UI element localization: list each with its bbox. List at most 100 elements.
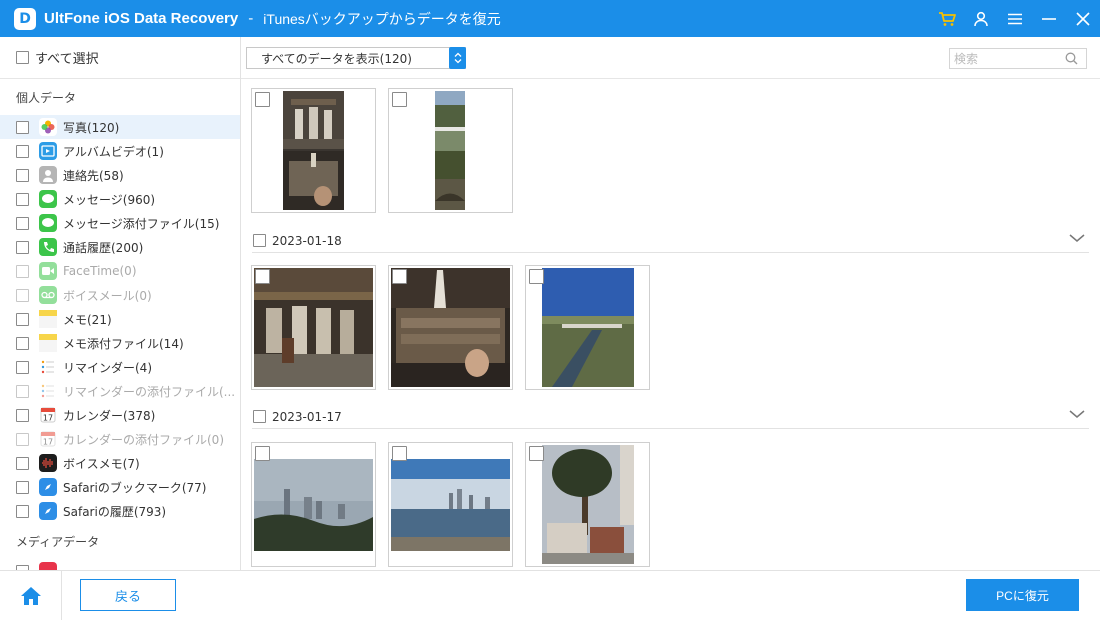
notes-icon <box>39 310 57 328</box>
menu-icon[interactable] <box>998 0 1032 37</box>
sidebar-item-reminders-attachment[interactable]: リマインダーの添付ファイル(... <box>0 379 240 403</box>
sidebar-item-album-video[interactable]: アルバムビデオ(1) <box>0 139 240 163</box>
category-checkbox[interactable] <box>16 120 29 134</box>
photo-thumbnail[interactable] <box>388 265 513 390</box>
category-checkbox[interactable] <box>16 504 29 518</box>
temple-courtyard-statues-photo <box>254 268 373 387</box>
sidebar-item-photos[interactable]: 写真(120) <box>0 115 240 139</box>
select-all-row[interactable]: すべて選択 <box>0 37 240 79</box>
date-group-checkbox[interactable] <box>253 410 266 423</box>
date-group-label: 2023-01-17 <box>272 409 342 424</box>
window-subtitle: iTunesバックアップからデータを復元 <box>263 10 501 27</box>
notes-attachment-icon <box>39 334 57 352</box>
photos-icon <box>39 118 57 136</box>
category-checkbox[interactable] <box>16 336 29 350</box>
photo-thumbnail[interactable] <box>251 442 376 567</box>
category-checkbox[interactable] <box>16 360 29 374</box>
filter-dropdown[interactable]: すべてのデータを表示(120) <box>246 47 466 69</box>
photo-thumbnail[interactable] <box>525 265 650 390</box>
safari-history-icon <box>39 502 57 520</box>
sidebar-item-safari-history[interactable]: Safariの履歴(793) <box>0 499 240 523</box>
sidebar-item-calendar-attachment[interactable]: 17 カレンダーの添付ファイル(0) <box>0 427 240 451</box>
sidebar-item-media-partial[interactable] <box>0 559 240 570</box>
sidebar-item-safari-bookmark[interactable]: Safariのブックマーク(77) <box>0 475 240 499</box>
cart-icon[interactable] <box>930 0 964 37</box>
window-controls <box>930 0 1100 37</box>
sidebar-item-notes[interactable]: メモ(21) <box>0 307 240 331</box>
footer-bar: 戻る PCに復元 <box>0 570 1100 620</box>
chevron-down-icon[interactable] <box>1069 232 1085 246</box>
photo-checkbox[interactable] <box>255 269 270 284</box>
sidebar-item-label: アルバムビデオ(1) <box>63 144 164 159</box>
photo-checkbox[interactable] <box>392 269 407 284</box>
app-name: UltFone iOS Data Recovery <box>44 10 239 27</box>
media-category-icon <box>39 562 57 570</box>
category-checkbox[interactable] <box>16 432 29 446</box>
home-button[interactable] <box>0 571 62 620</box>
category-sidebar: すべて選択 個人データ 写真(120) アルバムビデオ(1) 連絡先(58) メッセー… <box>0 37 241 570</box>
recover-to-pc-button[interactable]: PCに復元 <box>966 579 1079 611</box>
photo-thumbnail[interactable] <box>251 88 376 213</box>
category-checkbox[interactable] <box>16 144 29 158</box>
app-logo-letter: D <box>19 10 31 27</box>
user-icon[interactable] <box>964 0 998 37</box>
photo-checkbox[interactable] <box>392 92 407 107</box>
category-checkbox[interactable] <box>16 240 29 254</box>
select-all-checkbox[interactable] <box>16 51 29 64</box>
sidebar-item-message-attachment[interactable]: メッセージ添付ファイル(15) <box>0 211 240 235</box>
sidebar-item-phone[interactable]: 通話履歴(200) <box>0 235 240 259</box>
search-icon[interactable] <box>1065 52 1078 68</box>
chevron-down-icon[interactable] <box>1069 408 1085 422</box>
date-group-checkbox[interactable] <box>253 234 266 247</box>
photo-thumbnail[interactable] <box>525 442 650 567</box>
svg-text:17: 17 <box>43 414 53 423</box>
message-attachment-icon <box>39 214 57 232</box>
close-icon[interactable] <box>1066 0 1100 37</box>
category-checkbox[interactable] <box>16 192 29 206</box>
sidebar-item-label: ボイスメール(0) <box>63 288 152 303</box>
photo-checkbox[interactable] <box>392 446 407 461</box>
photo-checkbox[interactable] <box>255 92 270 107</box>
category-checkbox[interactable] <box>16 312 29 326</box>
category-checkbox[interactable] <box>16 216 29 230</box>
photo-checkbox[interactable] <box>529 446 544 461</box>
photo-thumbnail[interactable] <box>251 265 376 390</box>
messages-icon <box>39 190 57 208</box>
sidebar-item-reminders[interactable]: リマインダー(4) <box>0 355 240 379</box>
category-checkbox[interactable] <box>16 408 29 422</box>
sidebar-item-label: カレンダー(378) <box>63 408 156 423</box>
sidebar-item-voice-memo[interactable]: ボイスメモ(7) <box>0 451 240 475</box>
sidebar-item-facetime[interactable]: FaceTime(0) <box>0 259 240 283</box>
sidebar-item-label: FaceTime(0) <box>63 264 137 278</box>
reminders-attachment-icon <box>39 382 57 400</box>
sidebar-item-label: メッセージ(960) <box>63 192 156 207</box>
sidebar-item-contacts[interactable]: 連絡先(58) <box>0 163 240 187</box>
search-input[interactable] <box>954 51 1064 66</box>
sidebar-item-notes-attachment[interactable]: メモ添付ファイル(14) <box>0 331 240 355</box>
sidebar-item-messages[interactable]: メッセージ(960) <box>0 187 240 211</box>
photo-thumbnail[interactable] <box>388 442 513 567</box>
minimize-icon[interactable] <box>1032 0 1066 37</box>
category-checkbox[interactable] <box>16 456 29 470</box>
category-checkbox[interactable] <box>16 384 29 398</box>
city-skyline-hill-photo <box>254 459 373 551</box>
photo-checkbox[interactable] <box>255 446 270 461</box>
sidebar-item-label: 写真(120) <box>63 120 120 135</box>
category-checkbox[interactable] <box>16 168 29 182</box>
category-checkbox[interactable] <box>16 264 29 278</box>
photo-thumbnail[interactable] <box>388 88 513 213</box>
category-checkbox[interactable] <box>16 480 29 494</box>
sidebar-item-voicemail[interactable]: ボイスメール(0) <box>0 283 240 307</box>
sidebar-item-label: メッセージ添付ファイル(15) <box>63 216 220 231</box>
photo-checkbox[interactable] <box>529 269 544 284</box>
sidebar-item-calendar[interactable]: 17 カレンダー(378) <box>0 403 240 427</box>
chevron-updown-icon[interactable] <box>449 47 466 69</box>
vertical-scrollbar[interactable] <box>1090 79 1100 570</box>
temple-statues-vertical-photo <box>283 91 344 210</box>
search-box[interactable] <box>949 48 1087 69</box>
voice-memo-icon <box>39 454 57 472</box>
back-button[interactable]: 戻る <box>80 579 176 611</box>
title-bar: D UltFone iOS Data Recovery - iTunesバックア… <box>0 0 1100 37</box>
home-icon <box>20 587 41 605</box>
category-checkbox[interactable] <box>16 288 29 302</box>
